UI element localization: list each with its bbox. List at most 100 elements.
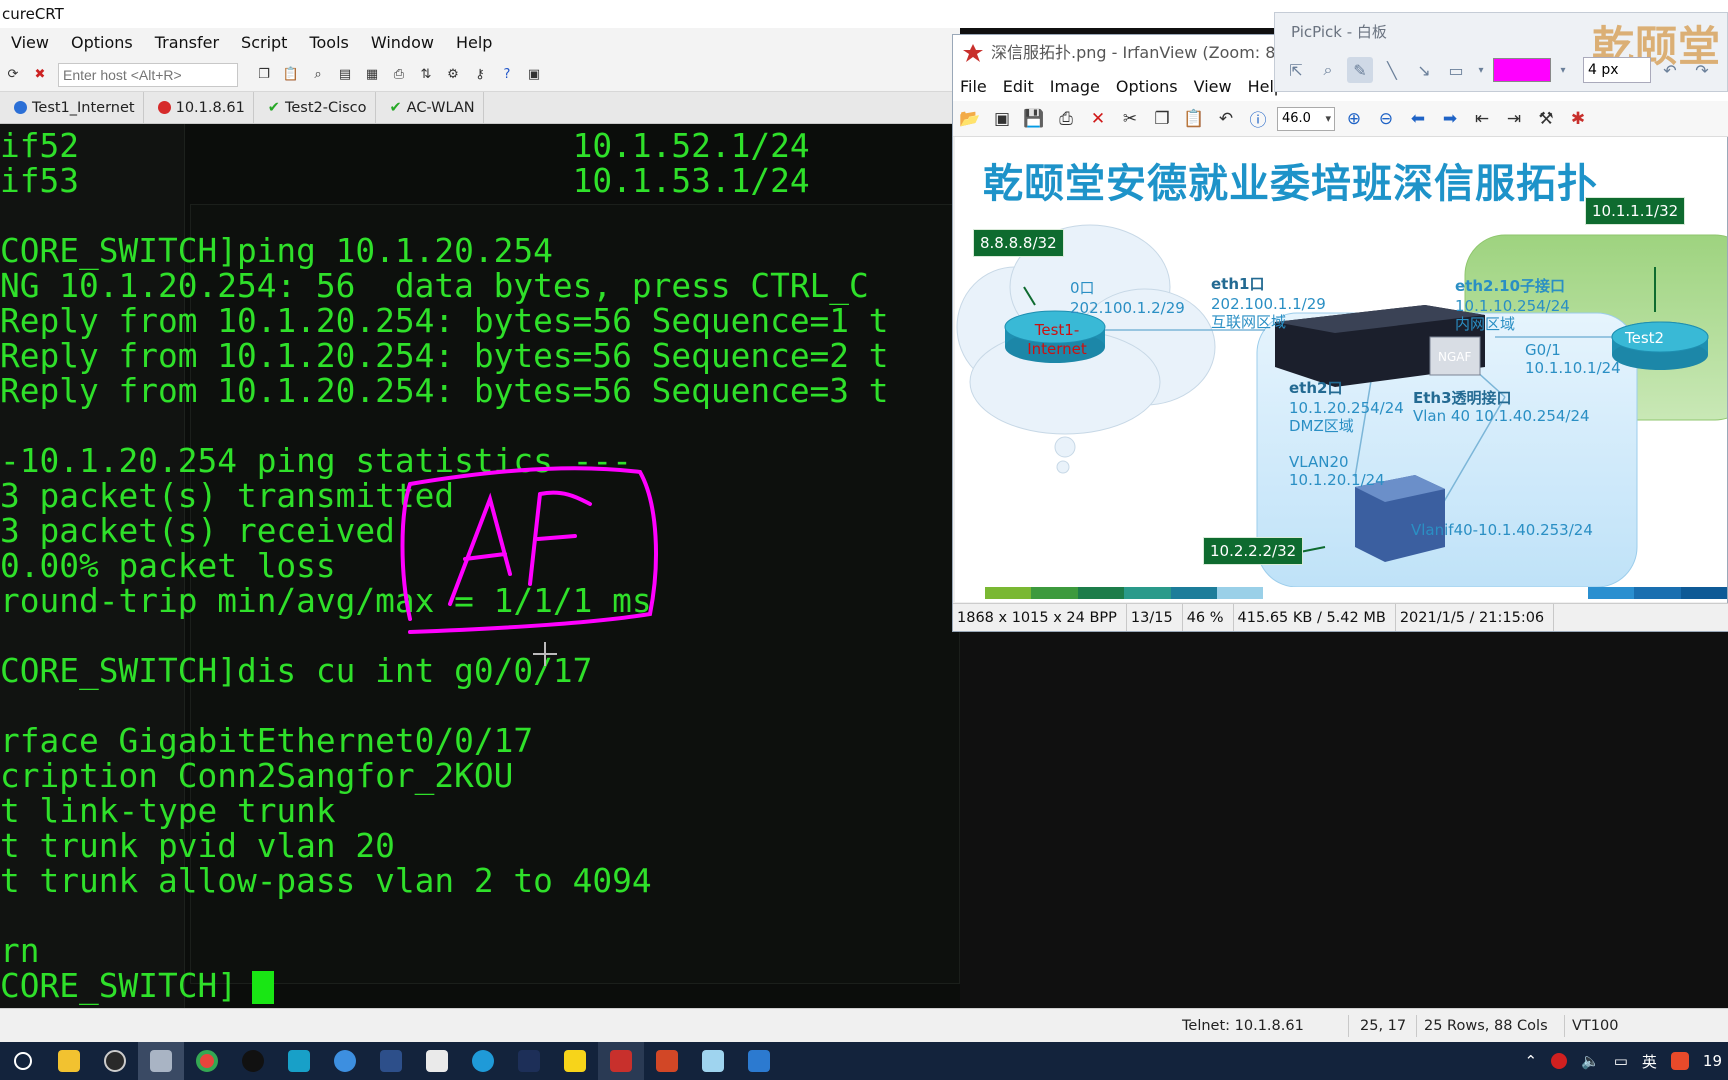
obs-icon[interactable] xyxy=(92,1042,138,1080)
cut-icon[interactable]: ✂ xyxy=(1117,106,1143,132)
vm-icon[interactable] xyxy=(736,1042,782,1080)
first-page-icon[interactable]: ⇤ xyxy=(1469,106,1495,132)
disconnect-icon[interactable]: ✖ xyxy=(29,64,51,86)
copy-icon[interactable]: ❐ xyxy=(1149,106,1175,132)
securecrt-taskbar-icon[interactable] xyxy=(138,1042,184,1080)
keymap-icon[interactable]: ⚷ xyxy=(469,64,491,86)
search-icon[interactable] xyxy=(0,1042,46,1080)
host-input[interactable] xyxy=(58,62,238,87)
tab-label: Test2-Cisco xyxy=(284,99,367,116)
pen-color-swatch[interactable] xyxy=(1493,58,1551,82)
sftp-icon[interactable]: ⇅ xyxy=(415,64,437,86)
chrome-icon[interactable] xyxy=(184,1042,230,1080)
edge-icon[interactable] xyxy=(460,1042,506,1080)
irfanview-cat-icon[interactable]: ✱ xyxy=(1565,106,1591,132)
qq-tray-icon[interactable] xyxy=(1551,1053,1568,1069)
qq-icon[interactable] xyxy=(230,1042,276,1080)
reconnect-icon[interactable]: ⟳ xyxy=(2,64,24,86)
arrow-icon[interactable]: ↘ xyxy=(1411,57,1437,83)
info-icon[interactable]: ⓘ xyxy=(1245,106,1271,132)
zoom-out-icon[interactable]: ⊖ xyxy=(1373,106,1399,132)
undo-icon[interactable]: ↶ xyxy=(1657,57,1683,83)
chevron-down-icon[interactable]: ▾ xyxy=(1475,57,1487,83)
chevron-up-icon[interactable]: ⌃ xyxy=(1524,1052,1537,1070)
tag-switch-ip: 10.2.2.2/32 xyxy=(1203,537,1304,565)
log-icon[interactable]: ▦ xyxy=(361,64,383,86)
menu-tools[interactable]: Tools xyxy=(298,28,359,58)
hcl-icon[interactable] xyxy=(368,1042,414,1080)
menu-view[interactable]: View xyxy=(1187,77,1241,96)
clock[interactable]: 19 xyxy=(1703,1052,1722,1070)
vlan20-name: VLAN20 xyxy=(1289,453,1349,471)
vlanif40-label: Vlanif40-10.1.40.253/24 xyxy=(1411,521,1593,539)
terminal-line: t link-type trunk xyxy=(0,792,336,830)
irfanview-taskbar-icon[interactable] xyxy=(598,1042,644,1080)
menu-view[interactable]: View xyxy=(0,28,60,58)
find-icon[interactable]: ⌕ xyxy=(307,64,329,86)
eth1-name: eth1口 xyxy=(1211,275,1265,293)
file-explorer-icon[interactable] xyxy=(46,1042,92,1080)
chevron-down-icon[interactable]: ▾ xyxy=(1557,57,1569,83)
open-folder-icon[interactable]: 📂 xyxy=(957,106,983,132)
terminal-line: CORE_SWITCH]dis cu int g0/0/17 xyxy=(0,652,593,690)
print-setup-icon[interactable]: ▤ xyxy=(334,64,356,86)
pen-size-input[interactable]: 4 px xyxy=(1583,57,1651,83)
eth2-zone: DMZ区域 xyxy=(1289,417,1354,435)
menu-options[interactable]: Options xyxy=(60,28,144,58)
save-icon[interactable]: 💾 xyxy=(1021,106,1047,132)
menu-image[interactable]: Image xyxy=(1043,77,1109,96)
browser-icon[interactable] xyxy=(322,1042,368,1080)
help-icon[interactable]: ? xyxy=(496,64,518,86)
ime-indicator[interactable]: 英 xyxy=(1642,1051,1657,1072)
zoom-select[interactable]: 46.0 xyxy=(1277,106,1335,131)
menu-script[interactable]: Script xyxy=(230,28,298,58)
line-icon[interactable]: ╲ xyxy=(1379,57,1405,83)
pen-icon[interactable]: ✎ xyxy=(1347,57,1373,83)
print-icon[interactable]: ⎙ xyxy=(388,64,410,86)
options-icon[interactable]: ⚙ xyxy=(442,64,464,86)
pointer-icon[interactable]: ⇱ xyxy=(1283,57,1309,83)
magnifier-icon[interactable]: ⌕ xyxy=(1315,57,1341,83)
status-divider xyxy=(1564,1015,1565,1037)
image-canvas[interactable]: 乾颐堂安德就业委培班深信服拓扑 8.8.8.8/32 10.1.1.1/32 1… xyxy=(955,137,1727,602)
network-tool-icon[interactable] xyxy=(414,1042,460,1080)
screen-icon[interactable]: ▣ xyxy=(523,64,545,86)
previous-icon[interactable]: ⬅ xyxy=(1405,106,1431,132)
notepad-icon[interactable] xyxy=(690,1042,736,1080)
app-icon[interactable] xyxy=(506,1042,552,1080)
tab-ac-wlan[interactable]: ✔ AC-WLAN xyxy=(376,91,484,124)
paste-icon[interactable]: 📋 xyxy=(1181,106,1207,132)
menu-help[interactable]: Help xyxy=(445,28,503,58)
zoom-in-icon[interactable]: ⊕ xyxy=(1341,106,1367,132)
rectangle-icon[interactable]: ▭ xyxy=(1443,57,1469,83)
sticky-notes-icon[interactable] xyxy=(552,1042,598,1080)
redo-icon[interactable]: ↷ xyxy=(1689,57,1715,83)
menu-window[interactable]: Window xyxy=(360,28,445,58)
menu-options[interactable]: Options xyxy=(1109,77,1187,96)
menu-file[interactable]: File xyxy=(953,77,996,96)
print-icon[interactable]: ⎙ xyxy=(1053,106,1079,132)
copy-icon[interactable]: ❐ xyxy=(253,64,275,86)
tab-label: Test1_Internet xyxy=(32,99,135,116)
undo-icon[interactable]: ↶ xyxy=(1213,106,1239,132)
next-icon[interactable]: ➡ xyxy=(1437,106,1463,132)
powerpoint-icon[interactable] xyxy=(644,1042,690,1080)
tab-10-1-8-61[interactable]: 10.1.8.61 xyxy=(144,91,254,124)
tab-test1-internet[interactable]: Test1_Internet xyxy=(0,91,144,124)
terminal-area[interactable]: if52 10.1.52.1/24 if53 10.1.53.1/24 CORE_S… xyxy=(0,124,960,1008)
menu-edit[interactable]: Edit xyxy=(996,77,1043,96)
tool-icon[interactable] xyxy=(276,1042,322,1080)
securecrt-menubar: View Options Transfer Script Tools Windo… xyxy=(0,28,960,58)
menu-transfer[interactable]: Transfer xyxy=(144,28,230,58)
terminal-line: Reply from 10.1.20.254: bytes=56 Sequenc… xyxy=(0,302,889,340)
sogou-icon[interactable] xyxy=(1670,1052,1689,1070)
tab-test2-cisco[interactable]: ✔ Test2-Cisco xyxy=(254,91,376,124)
delete-icon[interactable]: ✕ xyxy=(1085,106,1111,132)
paste-icon[interactable]: 📋 xyxy=(280,64,302,86)
last-page-icon[interactable]: ⇥ xyxy=(1501,106,1527,132)
eth3-name: Eth3透明接口 xyxy=(1413,389,1512,407)
volume-icon[interactable]: 🔈 xyxy=(1581,1052,1600,1070)
properties-icon[interactable]: ⚒ xyxy=(1533,106,1559,132)
network-icon[interactable]: ▭ xyxy=(1614,1052,1628,1070)
slideshow-icon[interactable]: ▣ xyxy=(989,106,1015,132)
